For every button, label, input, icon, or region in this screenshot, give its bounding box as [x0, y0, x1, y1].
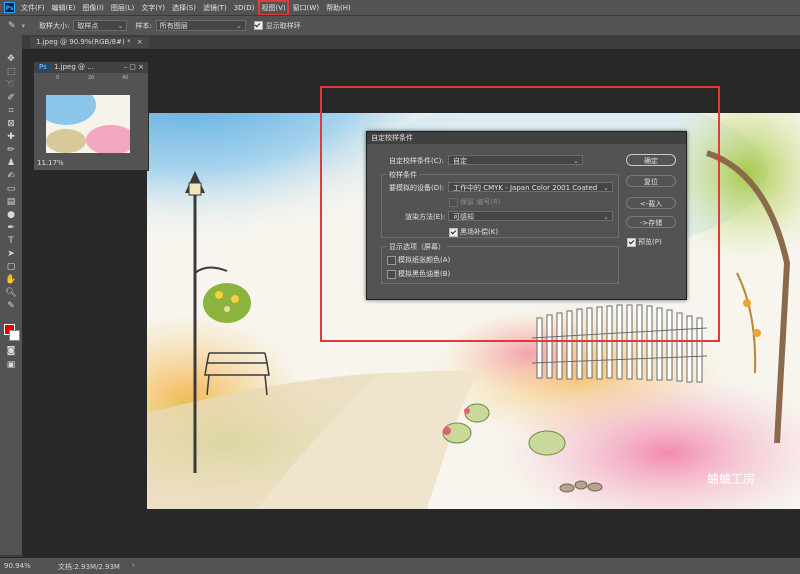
menu-3d[interactable]: 3D(D): [234, 4, 255, 12]
sample-size-select[interactable]: 取样点 ⌄: [73, 20, 128, 31]
zoom-tool-icon[interactable]: 🔍︎: [4, 287, 18, 299]
options-bar: ✎ ▾ 取样大小: 取样点 ⌄ 样本: 所有图层 ⌄ 显示取样环: [0, 15, 800, 36]
menu-window[interactable]: 窗口(W): [293, 3, 319, 13]
show-sampling-ring-checkbox[interactable]: [253, 21, 263, 30]
navigator-thumbnail[interactable]: [46, 95, 130, 153]
sample-select[interactable]: 所有图层 ⌄: [155, 20, 246, 31]
sample-size-label: 取样大小:: [39, 21, 70, 30]
status-bar: 90.94% 文档:2.93M/2.93M ›: [0, 557, 800, 574]
quick-mask-icon[interactable]: ◙: [4, 345, 18, 357]
status-menu-arrow-icon[interactable]: ›: [132, 561, 135, 569]
status-zoom[interactable]: 90.94%: [4, 562, 31, 570]
menu-filter[interactable]: 滤镜(T): [203, 3, 227, 13]
watermark-text: 蛐蛐工房: [707, 471, 755, 486]
crop-tool-icon[interactable]: ⌗: [4, 105, 18, 117]
rectangle-tool-icon[interactable]: ▢: [4, 261, 18, 273]
navigator-ruler: 0 20 40: [56, 75, 129, 81]
menu-bar: Ps 文件(F) 编辑(E) 图像(I) 图层(L) 文字(Y) 选择(S) 滤…: [0, 0, 800, 16]
menu-select[interactable]: 选择(S): [172, 3, 196, 13]
navigator-title-bar[interactable]: Ps 1.jpeg @ ... – ▢ ×: [34, 62, 148, 73]
type-tool-icon[interactable]: T: [4, 235, 18, 247]
document-tab[interactable]: 1.jpeg @ 90.9%(RGB/8#) * ×: [30, 37, 149, 48]
chevron-down-icon: ⌄: [117, 22, 124, 30]
navigator-zoom[interactable]: 11.17%: [37, 159, 64, 167]
sample-label: 样本:: [135, 21, 152, 30]
eraser-tool-icon[interactable]: ▭: [4, 183, 18, 195]
document-tab-label: 1.jpeg @ 90.9%(RGB/8#) *: [36, 38, 131, 46]
menu-file[interactable]: 文件(F): [21, 3, 45, 13]
frame-tool-icon[interactable]: ⊠: [4, 118, 18, 130]
menu-image[interactable]: 图像(I): [82, 3, 104, 13]
healing-brush-icon[interactable]: ✚: [4, 131, 18, 143]
navigator-panel: Ps 1.jpeg @ ... – ▢ × 0 20 40 11.17%: [33, 61, 149, 171]
menu-help[interactable]: 帮助(H): [326, 3, 351, 13]
pen-tool-icon[interactable]: ✒: [4, 222, 18, 234]
move-tool-icon[interactable]: ✥: [4, 53, 18, 65]
status-doc-info[interactable]: 文档:2.93M/2.93M: [58, 562, 120, 572]
history-brush-icon[interactable]: ✍: [4, 170, 18, 182]
tools-panel: ✥ ⬚ ➰ ✐ ⌗ ⊠ ✚ ✏ ♟ ✍ ▭ ▤ ● ✒ T ➤ ▢ ✋ 🔍︎ ✎…: [0, 35, 23, 555]
photoshop-doc-icon: Ps: [37, 63, 49, 71]
highlight-box: [320, 86, 720, 342]
menu-view[interactable]: 视图(V): [258, 0, 289, 16]
show-sampling-ring-label: 显示取样环: [265, 21, 301, 30]
eyedropper-icon[interactable]: ✎: [8, 21, 16, 31]
clone-stamp-icon[interactable]: ♟: [4, 157, 18, 169]
lasso-tool-icon[interactable]: ➰: [4, 79, 18, 91]
background-color-swatch[interactable]: [9, 330, 20, 341]
photoshop-logo-icon[interactable]: Ps: [4, 2, 15, 13]
dodge-tool-icon[interactable]: ●: [4, 209, 18, 221]
eyedropper-tool-icon[interactable]: ✎: [4, 300, 18, 312]
navigator-title: 1.jpeg @ ...: [53, 63, 94, 71]
screen-mode-icon[interactable]: ▣: [4, 359, 18, 371]
path-select-icon[interactable]: ➤: [4, 248, 18, 260]
window-controls-icon[interactable]: – ▢ ×: [124, 62, 144, 73]
hand-tool-icon[interactable]: ✋: [4, 274, 18, 286]
brush-tool-icon[interactable]: ✏: [4, 144, 18, 156]
quick-select-tool-icon[interactable]: ✐: [4, 92, 18, 104]
menu-edit[interactable]: 编辑(E): [52, 3, 76, 13]
tool-preset-caret-icon[interactable]: ▾: [22, 22, 26, 30]
menu-type[interactable]: 文字(Y): [141, 3, 165, 13]
menu-layer[interactable]: 图层(L): [111, 3, 134, 13]
gradient-tool-icon[interactable]: ▤: [4, 196, 18, 208]
marquee-tool-icon[interactable]: ⬚: [4, 66, 18, 78]
close-icon[interactable]: ×: [137, 38, 143, 46]
chevron-down-icon: ⌄: [235, 22, 242, 30]
